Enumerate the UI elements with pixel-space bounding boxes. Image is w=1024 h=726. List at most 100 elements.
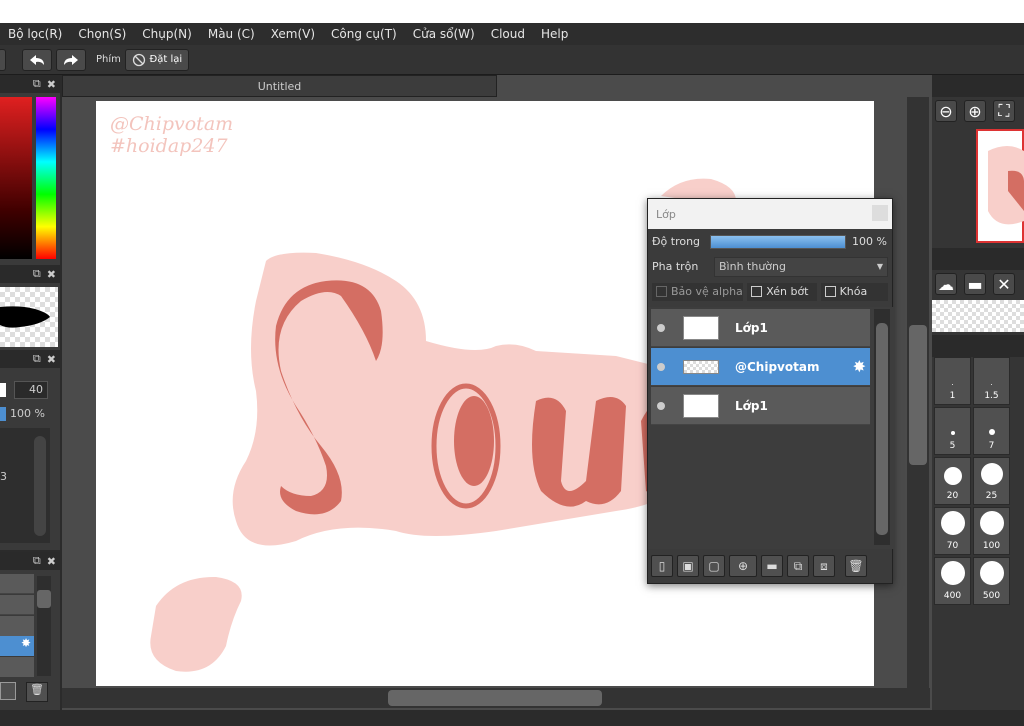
settings-scrollbar[interactable] [34, 436, 46, 536]
watermark-line1: @Chipvotam [110, 113, 234, 135]
layer-window-titlebar[interactable]: Lớp [648, 199, 892, 229]
layer-list-scrollbar[interactable] [874, 309, 890, 545]
mini-layer-scrollbar[interactable] [37, 576, 51, 676]
horizontal-scroll-thumb[interactable] [388, 690, 602, 706]
zoom-out-button[interactable]: ⊖ [935, 100, 957, 122]
menu-tools[interactable]: Công cụ(T) [323, 27, 405, 41]
clipping-checkbox[interactable]: Xén bớt [747, 282, 817, 301]
eye-icon[interactable] [657, 401, 665, 410]
upload-button[interactable]: ☁ [935, 273, 957, 295]
duplicate-layer-button[interactable]: ⧉ [787, 555, 809, 577]
brush-size-cell[interactable]: 1 [934, 357, 971, 405]
brush-size-cell[interactable]: 100 [973, 507, 1010, 555]
hue-slider[interactable] [36, 97, 56, 259]
new-8bit-layer-button[interactable]: ▣ [677, 555, 699, 577]
settings-panel-header: ⧉ ✖ [0, 350, 60, 368]
new-folder-button[interactable]: ▬ [761, 555, 783, 577]
undo-button[interactable] [22, 48, 52, 71]
redo-button[interactable] [56, 48, 86, 71]
merge-layer-button[interactable]: ⧈ [813, 555, 835, 577]
duplicate-button[interactable] [0, 682, 16, 700]
lock-label: Khóa [839, 285, 868, 298]
delete-layer-button[interactable]: 🗑 [845, 555, 867, 577]
close-icon[interactable]: ✖ [47, 78, 56, 91]
layer-window-close-button[interactable] [872, 205, 888, 221]
checkbox-box [656, 286, 667, 297]
document-tab[interactable]: Untitled [62, 75, 497, 97]
popout-icon[interactable]: ⧉ [33, 352, 41, 366]
canvas-horizontal-scrollbar[interactable] [62, 688, 930, 708]
layer-item[interactable]: Lớp1 [651, 387, 870, 425]
mini-layer-row[interactable] [0, 574, 34, 594]
menu-color[interactable]: Màu (C) [200, 27, 263, 41]
gear-icon[interactable]: ✸ [21, 636, 31, 650]
popout-icon[interactable]: ⧉ [33, 554, 41, 568]
brush-size-cell[interactable]: 400 [934, 557, 971, 605]
blend-mode-select[interactable]: Bình thường ▼ [714, 256, 888, 277]
delete-layer-button[interactable]: 🗑 [26, 682, 48, 702]
menu-select[interactable]: Chọn(S) [70, 27, 134, 41]
brush-size-label: 400 [943, 591, 962, 601]
layer-item-selected[interactable]: @Chipvotam ✸ [651, 348, 870, 386]
brush-size-cell[interactable]: 500 [973, 557, 1010, 605]
opacity-slider[interactable] [710, 234, 846, 249]
popout-icon[interactable]: ⧉ [33, 77, 41, 91]
vertical-scroll-thumb[interactable] [909, 325, 927, 465]
close-icon[interactable]: ✖ [47, 555, 56, 568]
toolbar-button-partial[interactable] [0, 48, 6, 71]
brush-size-cell[interactable]: 7 [973, 407, 1010, 455]
gear-icon[interactable]: ✸ [853, 357, 866, 376]
brush-settings-panel: ⧉ ✖ 40 100 % 3 [0, 350, 60, 550]
brush-size-header [932, 335, 1024, 357]
open-folder-button[interactable]: ▬ [964, 273, 986, 295]
menu-cloud[interactable]: Cloud [483, 27, 533, 41]
eye-icon[interactable] [657, 362, 665, 371]
undo-icon [30, 54, 44, 65]
new-layer-button[interactable]: ▯ [651, 555, 673, 577]
popout-icon[interactable]: ⧉ [33, 267, 41, 281]
brush-size-cell[interactable]: 1.5 [973, 357, 1010, 405]
brush-size-cell[interactable]: 5 [934, 407, 971, 455]
mini-layer-row[interactable] [0, 657, 34, 677]
layer-8-icon: ▣ [682, 559, 694, 573]
brush-stroke-shape [0, 306, 50, 328]
brush-size-label: 7 [988, 441, 995, 451]
menu-window[interactable]: Cửa sổ(W) [405, 27, 483, 41]
close-icon[interactable]: ✖ [47, 268, 56, 281]
menu-capture[interactable]: Chụp(N) [134, 27, 200, 41]
zoom-in-button[interactable]: ⊕ [964, 100, 986, 122]
menu-help[interactable]: Help [533, 27, 576, 41]
mini-layer-row[interactable] [0, 595, 34, 615]
settings-value: 3 [0, 470, 7, 483]
brush-size-field[interactable]: 40 [14, 381, 48, 399]
eye-icon[interactable] [657, 323, 665, 332]
menu-bar: Bộ lọc(R) Chọn(S) Chụp(N) Màu (C) Xem(V)… [0, 23, 1024, 45]
brush-size-label: 25 [985, 491, 998, 501]
menu-filter[interactable]: Bộ lọc(R) [0, 27, 70, 41]
navigator-preview[interactable] [976, 129, 1024, 243]
brush-size-label: 100 [982, 541, 1001, 551]
remove-button[interactable]: ✕ [993, 273, 1015, 295]
zoom-in-icon: ⊕ [968, 101, 982, 121]
brush-size-label: 500 [982, 591, 1001, 601]
new-page-icon: ▯ [658, 559, 666, 573]
canvas-vertical-scrollbar[interactable] [907, 97, 929, 697]
add-layer-menu-button[interactable]: ⊕ [729, 555, 757, 577]
mini-layer-row-selected[interactable]: ✸ [0, 636, 34, 656]
reset-button[interactable]: Đặt lại [124, 48, 189, 71]
brush-size-cell[interactable]: 25 [973, 457, 1010, 505]
color-saturation-box[interactable] [0, 97, 32, 259]
close-icon[interactable]: ✖ [47, 353, 56, 366]
layer-item[interactable]: Lớp1 [651, 309, 870, 347]
brush-size-cell[interactable]: 20 [934, 457, 971, 505]
fit-button[interactable]: ⛶ [993, 100, 1015, 122]
mini-layer-row[interactable] [0, 616, 34, 636]
lock-checkbox[interactable]: Khóa [820, 282, 888, 301]
brush-size-cell[interactable]: 70 [934, 507, 971, 555]
protect-alpha-checkbox[interactable]: Bảo vệ alpha [652, 282, 744, 301]
new-1bit-layer-button[interactable]: ▢ [703, 555, 725, 577]
layer-1-icon: ▢ [708, 559, 720, 573]
layer-scroll-thumb[interactable] [876, 323, 888, 535]
menu-view[interactable]: Xem(V) [263, 27, 323, 41]
navigator-thumbnail [988, 146, 1024, 225]
